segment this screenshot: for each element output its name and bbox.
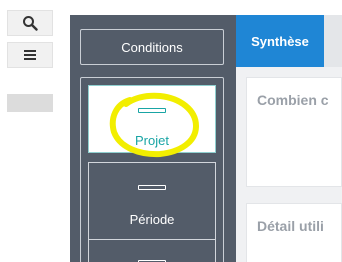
tab-bar: Synthèse <box>236 15 342 67</box>
menu-button[interactable] <box>7 42 53 68</box>
option-periode[interactable]: Période <box>88 162 216 246</box>
highlight-annotation <box>109 92 199 158</box>
app-window: Conditions Projet Période Synthèse Combi… <box>0 0 342 262</box>
tab-label: Synthèse <box>251 33 309 49</box>
toolbar-placeholder-bar <box>7 94 53 112</box>
card-title: Détail utili <box>257 218 324 234</box>
mini-toolbar <box>0 0 60 262</box>
main-content: Synthèse Combien c Détail utili <box>236 15 342 262</box>
bar-icon <box>138 185 166 190</box>
search-icon <box>23 16 38 31</box>
conditions-button[interactable]: Conditions <box>80 29 224 65</box>
detail-card: Détail utili <box>246 203 342 262</box>
hamburger-menu-icon <box>24 50 36 60</box>
conditions-label: Conditions <box>121 39 183 55</box>
option-label: Période <box>129 212 175 227</box>
card-title: Combien c <box>257 92 329 108</box>
search-button[interactable] <box>7 10 53 36</box>
option-third[interactable] <box>88 239 216 262</box>
tab-synthese[interactable]: Synthèse <box>236 15 324 67</box>
summary-card: Combien c <box>246 77 342 187</box>
